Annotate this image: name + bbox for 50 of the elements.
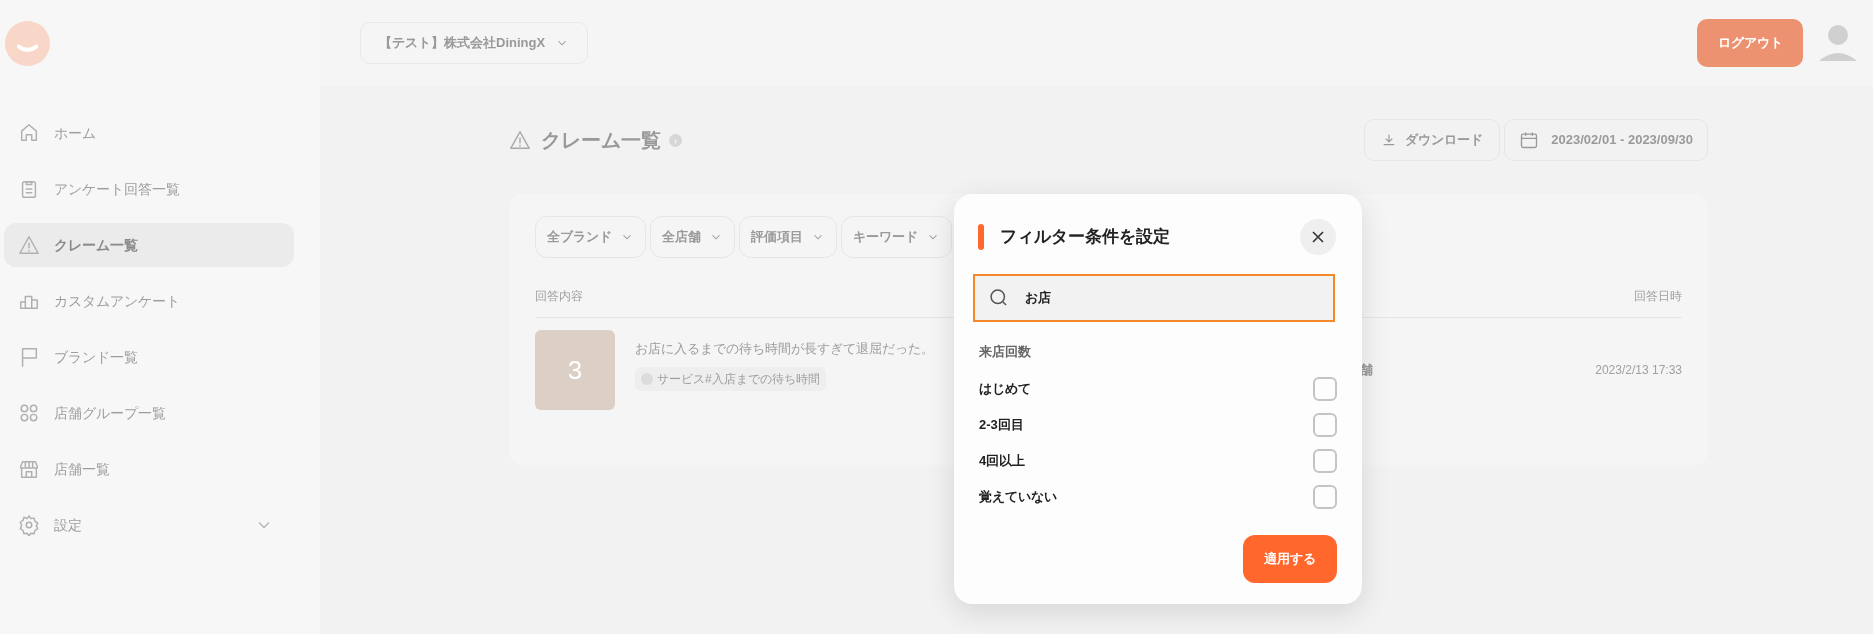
sidebar-item[interactable]: アンケート回答一覧 xyxy=(4,167,294,211)
logout-button[interactable]: ログアウト xyxy=(1697,19,1803,67)
title-accent xyxy=(978,224,984,250)
logo-icon xyxy=(5,20,50,66)
company-select[interactable]: 【テスト】株式会社DiningX xyxy=(360,22,589,64)
search-field[interactable]: お店 xyxy=(973,274,1335,322)
section-label: 来店回数 xyxy=(979,343,1032,361)
download-button[interactable]: ダウンロード xyxy=(1364,119,1501,161)
date-range-button[interactable]: 2023/02/01 - 2023/09/30 xyxy=(1504,119,1708,161)
sidebar-item[interactable]: クレーム一覧 xyxy=(4,223,294,267)
search-input[interactable]: お店 xyxy=(1025,288,1333,308)
checkbox[interactable] xyxy=(1313,484,1337,509)
apply-button[interactable]: 適用する xyxy=(1243,534,1337,583)
close-button[interactable] xyxy=(1300,219,1336,255)
filter-dropdown[interactable]: 評価項目 xyxy=(739,216,837,258)
close-icon xyxy=(1310,229,1326,245)
dialog-title: フィルター条件を設定 xyxy=(1000,226,1171,249)
warning-icon xyxy=(509,129,531,151)
sidebar-item[interactable]: カスタムアンケート xyxy=(4,279,294,323)
option-label: 2-3回目 xyxy=(979,415,1024,434)
sidebar-item[interactable]: 店舗一覧 xyxy=(4,447,294,491)
option-label: 4回以上 xyxy=(979,451,1026,470)
filter-dropdown[interactable]: 全店舗 xyxy=(650,216,735,258)
checkbox[interactable] xyxy=(1313,412,1337,437)
calendar-icon xyxy=(1519,130,1540,150)
option-label: 覚えていない xyxy=(979,487,1057,506)
home-icon xyxy=(18,122,40,144)
score-tile: 3 xyxy=(535,330,615,410)
search-icon xyxy=(989,288,1009,308)
column-header: 回答日時 xyxy=(1634,287,1682,305)
settings-icon xyxy=(18,514,40,536)
checkbox[interactable] xyxy=(1313,448,1337,473)
avatar-icon xyxy=(1819,23,1857,63)
sidebar-item[interactable]: ブランド一覧 xyxy=(4,335,294,379)
filter-dropdown[interactable]: キーワード xyxy=(841,216,952,258)
sidebar-item[interactable]: 店舗グループ一覧 xyxy=(4,391,294,435)
column-header: 回答内容 xyxy=(535,287,583,305)
grid-icon xyxy=(18,402,40,424)
comment-text: お店に入るまでの待ち時間が長すぎて退屈だった。 xyxy=(635,340,934,359)
checkbox[interactable] xyxy=(1313,376,1337,401)
info-icon xyxy=(669,133,682,147)
category-tag: サービス#入店までの待ち時間 xyxy=(635,366,826,391)
page-title: クレーム一覧 xyxy=(541,128,661,153)
sidebar-item[interactable]: ホーム xyxy=(4,111,294,155)
store-icon xyxy=(18,458,40,480)
option-label: はじめて xyxy=(979,379,1031,398)
sidebar-item[interactable]: 設定 xyxy=(4,503,294,547)
filter-dropdown[interactable]: 全ブランド xyxy=(535,216,646,258)
warning-icon xyxy=(18,234,40,256)
date-cell-text: 2023/2/13 17:33 xyxy=(1594,362,1682,379)
